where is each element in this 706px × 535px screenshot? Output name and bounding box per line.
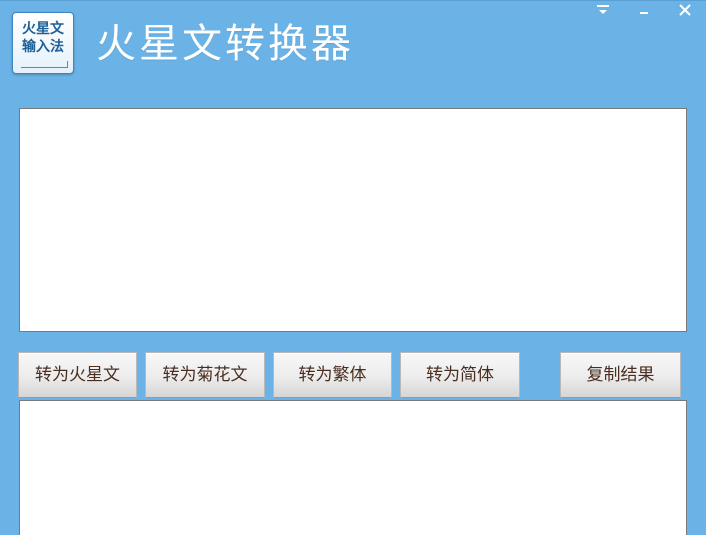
convert-to-huoxing-button[interactable]: 转为火星文: [18, 352, 137, 398]
dropdown-menu-icon[interactable]: [591, 3, 615, 23]
minimize-icon[interactable]: [632, 3, 656, 23]
app-window: 火星文 输入法 火星文转换器 转为火星文 转为菊花文 转为繁体 转为简体 复制结…: [0, 0, 706, 535]
logo-text-line-2: 输入法: [22, 39, 64, 55]
convert-to-simplified-button[interactable]: 转为简体: [400, 352, 520, 398]
result-text-output[interactable]: [19, 400, 687, 535]
copy-result-button[interactable]: 复制结果: [560, 352, 681, 398]
convert-to-juhua-button[interactable]: 转为菊花文: [145, 352, 265, 398]
app-title: 火星文转换器: [96, 21, 354, 67]
close-icon[interactable]: [673, 3, 697, 23]
source-text-input[interactable]: [19, 108, 687, 332]
logo-underline: [21, 61, 68, 68]
logo-text-line-1: 火星文: [22, 21, 64, 37]
convert-to-traditional-button[interactable]: 转为繁体: [273, 352, 392, 398]
app-logo: 火星文 输入法: [12, 12, 74, 74]
